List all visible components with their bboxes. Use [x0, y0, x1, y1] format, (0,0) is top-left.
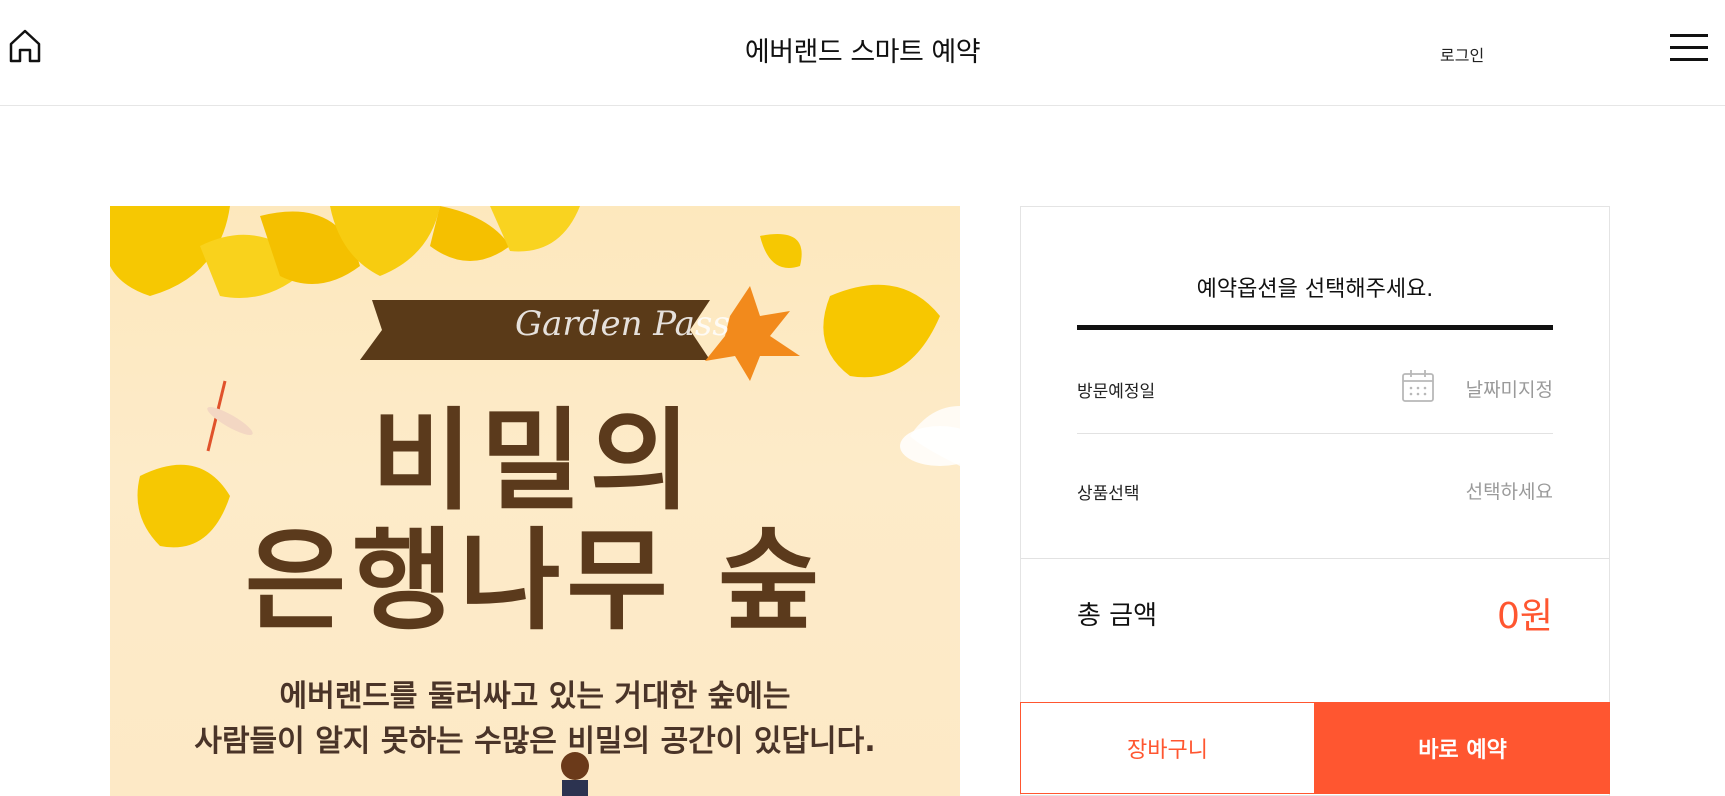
booking-heading: 예약옵션을 선택해주세요. [1196, 277, 1434, 302]
banner-ribbon-text: Garden Pass [515, 304, 730, 344]
login-link[interactable]: 로그인 [1440, 42, 1484, 66]
total-amount-label: 총 금액 [1077, 601, 1158, 631]
banner-desc-line2: 사람들이 알지 못하는 수많은 비밀의 공간이 있답니다. [194, 724, 876, 759]
promo-banner-image: Garden Pass 비밀의 은행나무 숲 에버랜드를 둘러싸고 있는 거대한… [110, 206, 960, 796]
product-label: 상품선택 [1077, 484, 1140, 504]
add-to-cart-button[interactable]: 장바구니 [1020, 702, 1315, 794]
hamburger-menu-icon[interactable] [1670, 34, 1708, 66]
visit-date-value[interactable]: 날짜미지정 [1466, 375, 1553, 402]
top-header: 에버랜드 스마트 예약 로그인 [0, 0, 1725, 106]
product-select-value[interactable]: 선택하세요 [1466, 477, 1553, 504]
calendar-icon[interactable] [1401, 369, 1435, 403]
visit-date-label: 방문예정일 [1077, 382, 1156, 402]
product-select-row[interactable]: 상품선택 선택하세요 [1077, 439, 1553, 535]
total-divider [1021, 558, 1609, 559]
heading-underline [1077, 325, 1553, 330]
banner-title-line1: 비밀의 [371, 397, 699, 525]
total-amount-value: 0원 [1496, 596, 1553, 637]
book-now-button[interactable]: 바로 예약 [1315, 702, 1610, 794]
visit-date-row[interactable]: 방문예정일 날짜미지정 [1077, 337, 1553, 434]
banner-title-line2: 은행나무 숲 [244, 517, 826, 645]
banner-desc-line1: 에버랜드를 둘러싸고 있는 거대한 숲에는 [279, 679, 791, 714]
